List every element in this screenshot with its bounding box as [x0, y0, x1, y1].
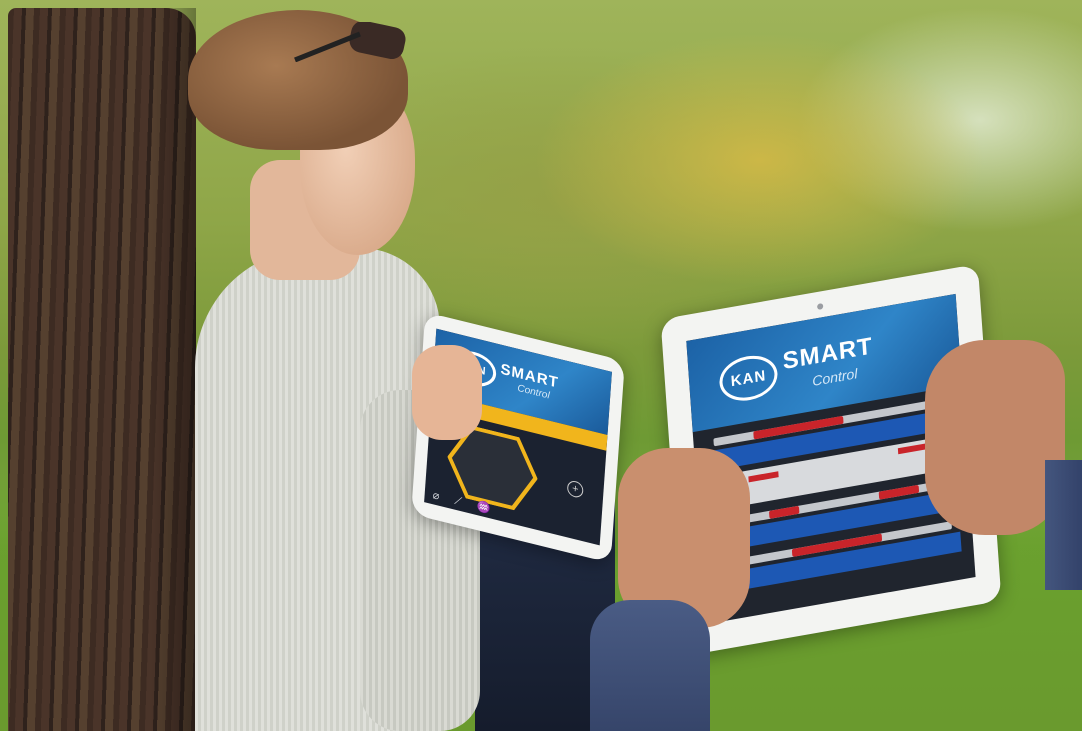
tree-shadow	[150, 8, 196, 731]
man-right-hand	[925, 340, 1065, 535]
right-tablet-camera	[816, 303, 824, 311]
right-kan-logo-text: KAN	[730, 366, 767, 390]
man-left-sleeve	[590, 600, 710, 731]
woman-hand	[412, 345, 482, 440]
photo-scene: KAN SMART Control + ⌀ ⟋ ♒ KAN SMART Cont…	[0, 0, 1082, 731]
left-plus-icon: +	[566, 479, 584, 500]
man-right-sleeve	[1045, 460, 1082, 590]
right-screen-header: KAN SMART Control	[686, 293, 963, 433]
sunglasses	[294, 22, 406, 62]
right-kan-logo: KAN	[718, 351, 779, 406]
